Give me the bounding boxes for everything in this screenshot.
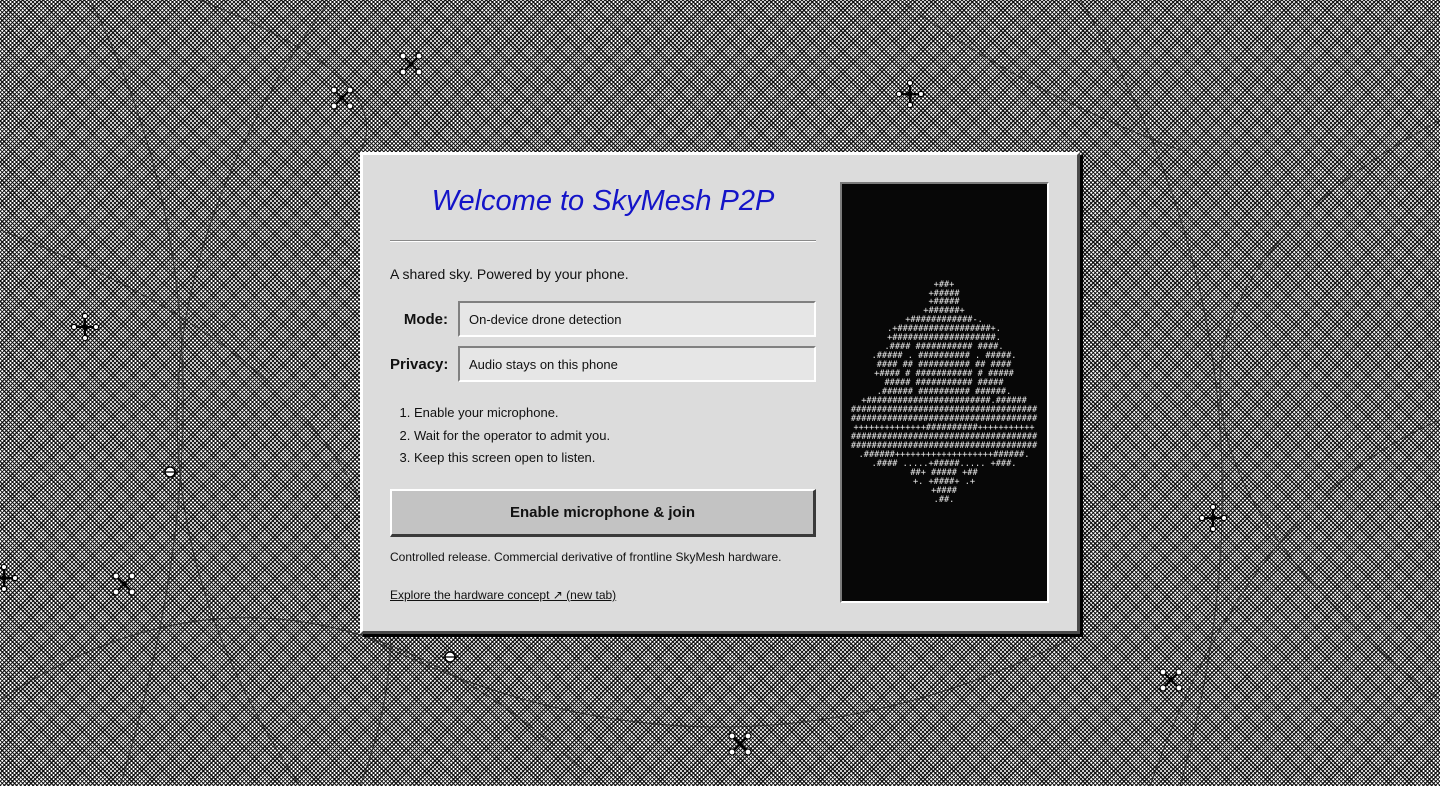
mode-row: Mode: On-device drone detection: [390, 301, 816, 337]
drone-icon: [441, 651, 459, 663]
page-title: Welcome to SkyMesh P2P: [431, 185, 775, 217]
drone-icon: [330, 86, 354, 110]
mode-field: On-device drone detection: [458, 301, 816, 337]
drone-icon: [0, 563, 19, 593]
title-divider: [390, 240, 816, 242]
mode-label: Mode:: [403, 311, 448, 328]
privacy-field: Audio stays on this phone: [458, 346, 816, 382]
release-note: Controlled release. Commercial derivativ…: [390, 550, 782, 564]
drone-icon: [728, 732, 752, 756]
svg-text:.##.: .##.: [934, 495, 955, 505]
enable-microphone-join-button[interactable]: Enable microphone & join: [390, 489, 816, 537]
tagline: A shared sky. Powered by your phone.: [390, 266, 629, 282]
ascii-art-panel: +##+ +##### +##### +######+ +###########…: [840, 182, 1049, 603]
privacy-row: Privacy: Audio stays on this phone: [390, 346, 816, 382]
drone-icon: [70, 312, 100, 342]
ascii-drone-art: +##+ +##### +##### +######+ +###########…: [851, 280, 1038, 505]
welcome-dialog: Welcome to SkyMesh P2P A shared sky. Pow…: [360, 152, 1080, 634]
list-item: Wait for the operator to admit you.: [414, 425, 610, 448]
steps-list: Enable your microphone. Wait for the ope…: [390, 402, 610, 470]
drone-icon: [1198, 503, 1228, 533]
drone-icon: [399, 52, 423, 76]
drone-icon: [1159, 668, 1183, 692]
list-item: Enable your microphone.: [414, 402, 610, 425]
privacy-label: Privacy:: [390, 356, 449, 373]
drone-icon: [895, 79, 925, 109]
drone-icon: [112, 572, 136, 596]
list-item: Keep this screen open to listen.: [414, 447, 610, 470]
hardware-concept-link[interactable]: Explore the hardware concept ↗ (new tab): [390, 588, 616, 602]
drone-icon: [161, 466, 179, 478]
